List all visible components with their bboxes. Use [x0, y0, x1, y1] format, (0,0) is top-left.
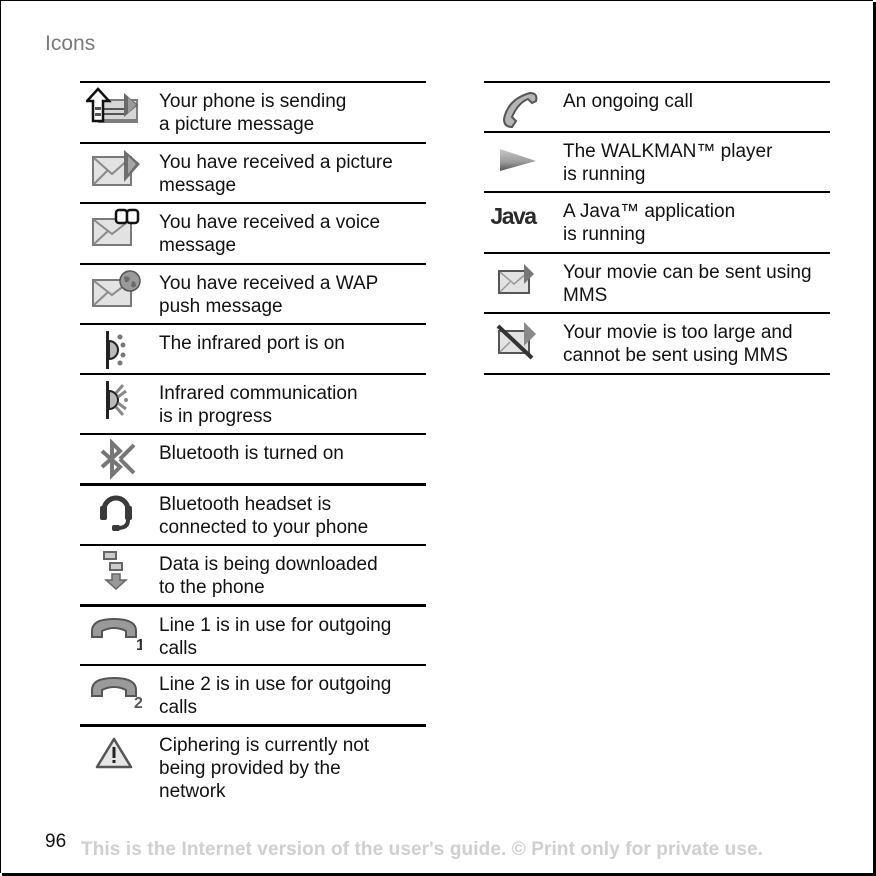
row-description: Ciphering is currently not being provide… — [159, 735, 370, 802]
icons-table-left: Your phone is sending a picture message … — [80, 81, 426, 814]
table-row: 2 Line 2 is in use for outgoing calls — [80, 664, 426, 724]
table-row: Bluetooth is turned on — [80, 433, 426, 483]
table-row: Data is being downloaded to the phone — [80, 544, 426, 604]
bluetooth-icon — [84, 439, 144, 481]
table-row: The WALKMAN™ player is running — [484, 131, 830, 191]
row-description: Your movie can be sent using MMS — [563, 262, 812, 306]
table-row: You have received a WAP push message — [80, 263, 426, 323]
table-row: Java A Java™ application is running — [484, 191, 830, 252]
line-number-label: 2 — [134, 695, 142, 712]
wap-push-message-icon — [84, 269, 144, 311]
row-description: The WALKMAN™ player is running — [563, 141, 773, 185]
row-description: Bluetooth is turned on — [159, 443, 344, 464]
line-1-outgoing-icon: 1 — [84, 611, 144, 653]
manual-page: Icons Your phone is sending a picture me… — [0, 0, 873, 873]
table-row: Ciphering is currently not being provide… — [80, 724, 426, 814]
ciphering-warning-icon — [84, 731, 144, 773]
row-description: Line 1 is in use for outgoing calls — [159, 615, 392, 659]
ongoing-call-icon — [486, 87, 546, 129]
icons-table-right: An ongoing call The WALKMAN™ player is r… — [484, 81, 830, 375]
infrared-port-on-icon — [84, 329, 144, 371]
page-heading: Icons — [45, 32, 96, 55]
picture-message-received-icon — [84, 148, 144, 190]
table-row: You have received a picture message — [80, 142, 426, 202]
movie-mms-ok-icon — [486, 258, 546, 300]
row-description: You have received a voice message — [159, 212, 381, 256]
row-description: The infrared port is on — [159, 333, 345, 354]
table-row: The infrared port is on — [80, 323, 426, 373]
row-description: Bluetooth headset is connected to your p… — [159, 494, 369, 538]
row-description: Line 2 is in use for outgoing calls — [159, 674, 392, 718]
table-row: Infrared communication is in progress — [80, 373, 426, 433]
java-logo-text: Java — [490, 203, 537, 229]
line-number-label: 1 — [136, 637, 142, 653]
row-description: You have received a WAP push message — [159, 273, 379, 317]
footer-notice: This is the Internet version of the user… — [81, 839, 764, 860]
voice-message-received-icon — [84, 208, 144, 250]
page-number: 96 — [45, 831, 67, 852]
movie-mms-too-large-icon — [486, 318, 546, 360]
row-description: An ongoing call — [563, 91, 693, 112]
table-row: An ongoing call — [484, 81, 830, 131]
row-description: Your movie is too large and cannot be se… — [563, 322, 793, 366]
table-row: Your movie can be sent using MMS — [484, 252, 830, 312]
row-description: Infrared communication is in progress — [159, 383, 358, 427]
table-row: You have received a voice message — [80, 202, 426, 263]
infrared-communication-icon — [84, 379, 144, 421]
table-row: Your phone is sending a picture message — [80, 81, 426, 142]
data-download-icon — [84, 550, 144, 592]
table-row: Bluetooth headset is connected to your p… — [80, 483, 426, 544]
walkman-player-icon — [486, 137, 546, 179]
row-description: You have received a picture message — [159, 152, 393, 196]
row-description: Data is being downloaded to the phone — [159, 554, 378, 598]
table-row: 1 Line 1 is in use for outgoing calls — [80, 604, 426, 664]
row-description: A Java™ application is running — [563, 201, 736, 245]
line-2-outgoing-icon: 2 — [84, 670, 144, 712]
row-description: Your phone is sending a picture message — [159, 91, 347, 135]
java-application-icon: Java — [486, 197, 546, 239]
table-row: Your movie is too large and cannot be se… — [484, 312, 830, 375]
bluetooth-headset-icon — [84, 490, 144, 532]
picture-message-sending-icon — [84, 87, 144, 129]
